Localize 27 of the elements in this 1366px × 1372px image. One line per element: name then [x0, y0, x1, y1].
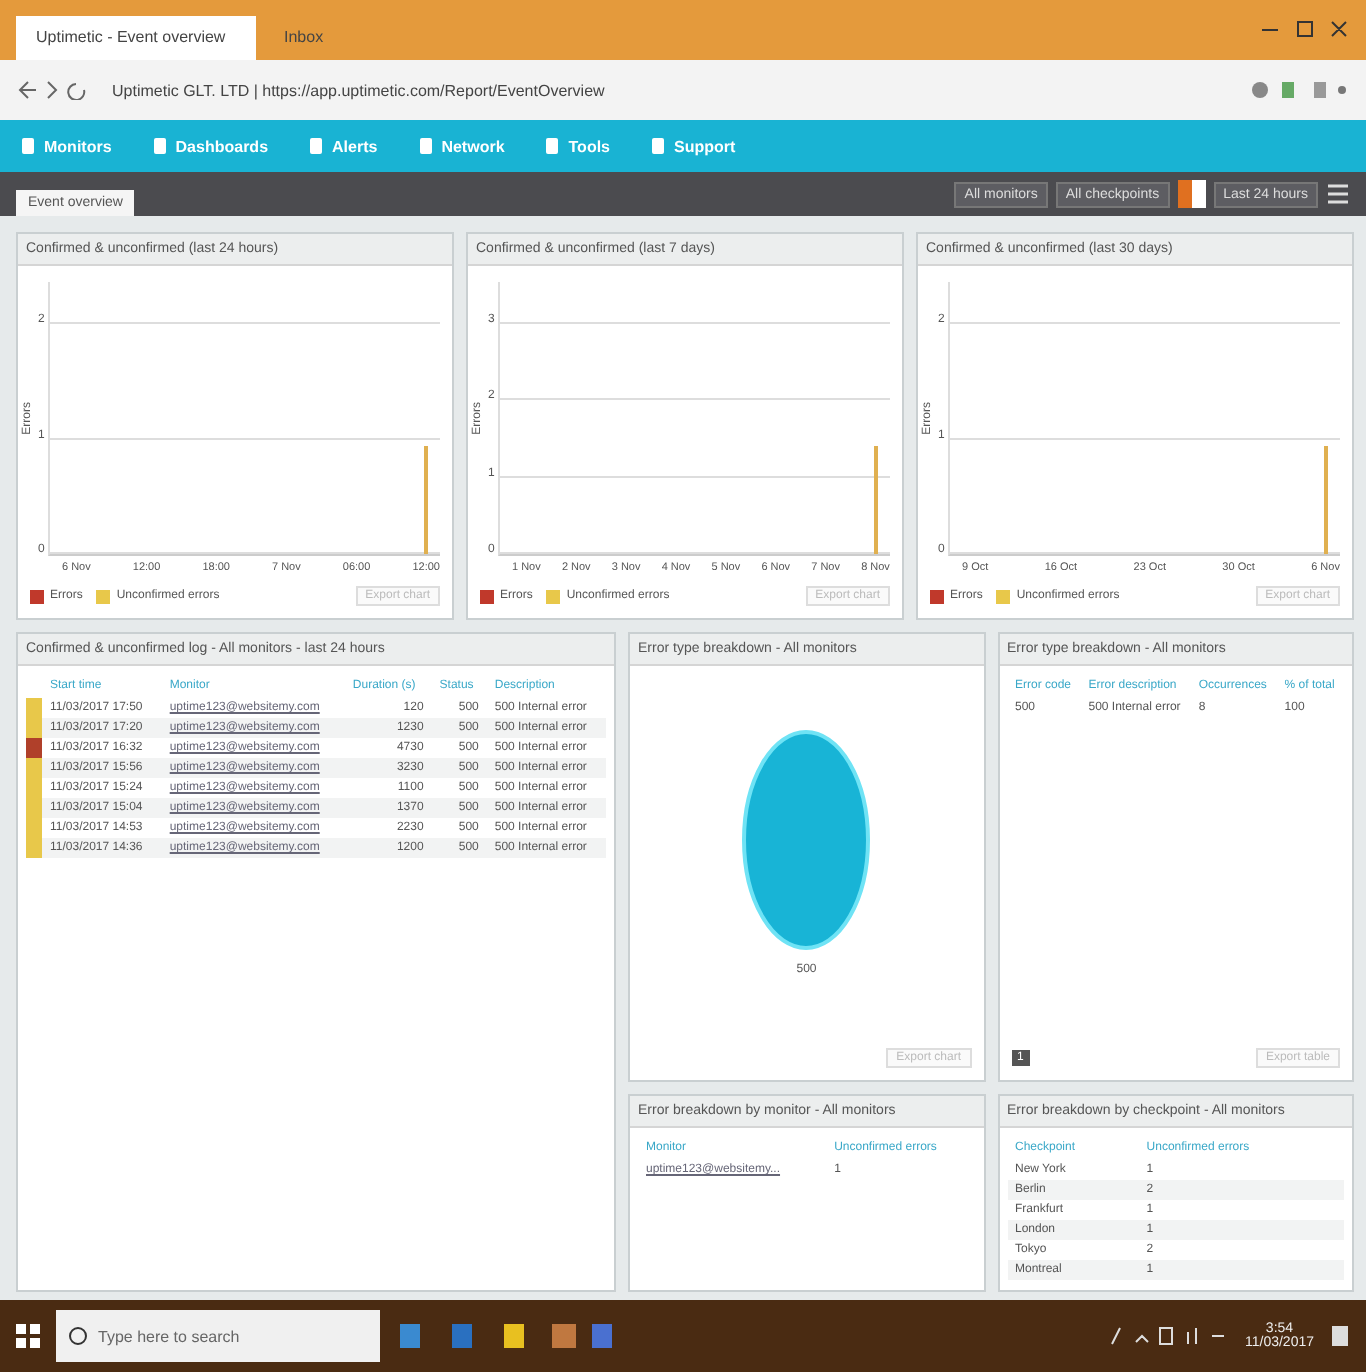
- legend-swatch-icon: [996, 589, 1011, 603]
- search-field[interactable]: Type here to search: [56, 1310, 380, 1362]
- menu-item-icon: [308, 136, 325, 156]
- menu-item-icon: [151, 136, 168, 156]
- legend-swatch-icon: [96, 589, 111, 603]
- menu-item-icon: [20, 136, 36, 156]
- legend-swatch-icon: [930, 589, 944, 603]
- browser-extension-icon: [1250, 78, 1350, 102]
- nav-link[interactable]: Monitors: [20, 136, 112, 156]
- nav-link[interactable]: Dashboards: [151, 136, 269, 156]
- nav-link[interactable]: Support: [650, 136, 736, 156]
- legend-swatch-icon: [30, 589, 44, 603]
- browser-tab[interactable]: Uptimetic - Event overview: [16, 16, 256, 60]
- menu-icon[interactable]: [1326, 182, 1350, 206]
- taskbar-apps-icon[interactable]: [396, 1322, 616, 1350]
- nav-link[interactable]: Network: [417, 136, 505, 156]
- nav-link[interactable]: Alerts: [308, 136, 378, 156]
- legend-swatch-icon: [480, 589, 494, 603]
- nav-link[interactable]: Tools: [544, 136, 611, 156]
- start-icon[interactable]: [16, 1324, 40, 1348]
- system-tray-icon: [1108, 1326, 1229, 1346]
- search-icon: [68, 1326, 88, 1346]
- menu-item-icon: [650, 136, 667, 156]
- window-controls-icon[interactable]: [1258, 20, 1350, 40]
- legend-swatch-icon: [546, 589, 561, 603]
- menu-item-icon: [417, 136, 434, 156]
- menu-item-icon: [544, 136, 561, 156]
